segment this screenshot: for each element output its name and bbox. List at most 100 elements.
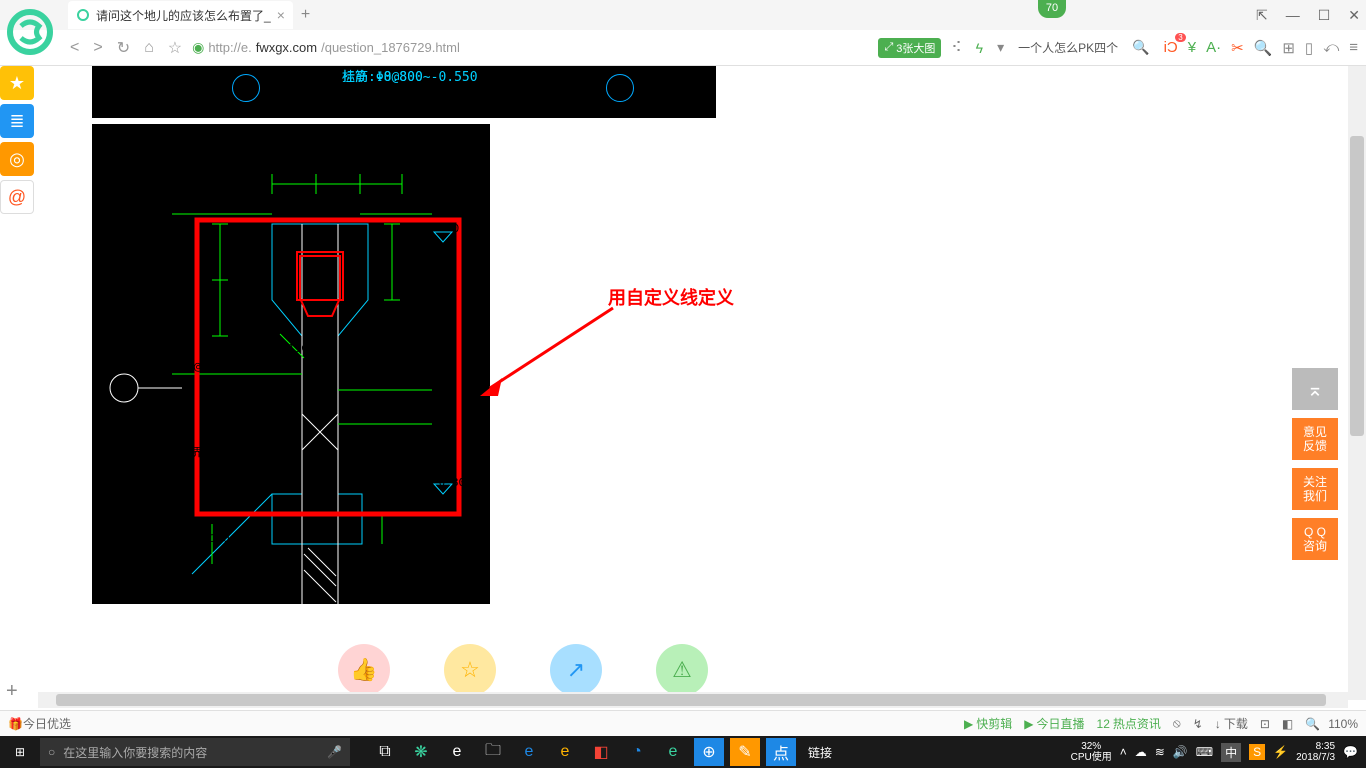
sidebar-favorites[interactable]: ★	[0, 66, 34, 100]
annotation-arrow	[468, 296, 638, 406]
menu-icon[interactable]: ≡	[1349, 39, 1358, 56]
report-button[interactable]: ⚠	[656, 644, 708, 696]
adblock-icon[interactable]: ⦸	[1173, 716, 1181, 731]
ext-wallet-icon[interactable]: ¥	[1188, 39, 1196, 56]
sidebar-docs[interactable]: ≣	[0, 104, 34, 138]
tb-edge2-icon[interactable]: e	[514, 738, 544, 766]
vscroll-thumb[interactable]	[1350, 136, 1364, 436]
ext-search-icon[interactable]: 🔍	[1254, 39, 1273, 57]
tb-link-label[interactable]: 链接	[808, 744, 832, 761]
news-button[interactable]: 12 热点资讯	[1097, 715, 1161, 732]
favorite-button[interactable]: ☆	[444, 644, 496, 696]
ime-indicator[interactable]: 中	[1221, 743, 1241, 762]
search-placeholder: 在这里输入你要搜索的内容	[63, 744, 207, 761]
window-maximize-icon[interactable]: ☐	[1318, 7, 1331, 24]
tray-vol-icon[interactable]: 🔊	[1173, 745, 1188, 759]
task-view-icon[interactable]: ⧉	[370, 738, 400, 766]
tb-360b-icon[interactable]: e	[658, 738, 688, 766]
taskbar: ⊞ ○ 在这里输入你要搜索的内容 🎤 ⧉ ❋ e 🗀 e e ◧ ◔ e ⊕ ✎…	[0, 736, 1366, 768]
sidebar-add[interactable]: +	[6, 680, 18, 703]
expand-icon: ⤢	[884, 41, 893, 54]
ext-apps-icon[interactable]: ⊞	[1282, 39, 1295, 57]
search-icon[interactable]: 🔍	[1132, 39, 1149, 56]
notifications-icon[interactable]: 💬	[1343, 745, 1358, 759]
sidebar-weibo[interactable]: ◎	[0, 142, 34, 176]
gift-icon[interactable]: 🎁	[8, 717, 23, 731]
tab-close-icon[interactable]: ×	[277, 7, 285, 23]
taskbar-clock[interactable]: 8:352018/7/3	[1296, 741, 1335, 763]
tb-360-icon[interactable]: ❋	[406, 738, 436, 766]
feedback-button[interactable]: 意见反馈	[1292, 418, 1338, 460]
tray-power-icon[interactable]: ⚡	[1273, 745, 1288, 759]
zoom-value[interactable]: 110%	[1328, 717, 1358, 731]
ext-a-icon[interactable]: A·	[1206, 39, 1221, 56]
clip-button[interactable]: ▶ 快剪辑	[964, 715, 1012, 732]
tb-app2-icon[interactable]: 点	[766, 738, 796, 766]
download-button[interactable]: ↓ 下载	[1215, 715, 1248, 732]
tb-ie-icon[interactable]: e	[550, 738, 580, 766]
qq-button[interactable]: Q Q咨询	[1292, 518, 1338, 560]
sidebar: ★ ≣ ◎ @	[0, 66, 38, 214]
reload-button[interactable]: ↻	[117, 38, 130, 58]
tb-office-icon[interactable]: ◧	[586, 738, 616, 766]
dropdown-icon[interactable]: ▾	[997, 39, 1004, 56]
pic-count-badge[interactable]: ⤢ 3张大图	[878, 38, 941, 58]
speed-badge[interactable]: 70	[1038, 0, 1066, 18]
address-bar[interactable]: ◉ http://e.fwxgx.com/question_1876729.ht…	[192, 39, 868, 56]
ext-scissors-icon[interactable]: ✂	[1231, 39, 1244, 57]
live-button[interactable]: ▶ 今日直播	[1024, 715, 1084, 732]
horizontal-scrollbar[interactable]	[38, 692, 1348, 708]
zoom-icon[interactable]: 🔍	[1305, 717, 1320, 731]
tb-qq-icon[interactable]: ◔	[622, 738, 652, 766]
window-pin-icon[interactable]: ⇱	[1256, 7, 1268, 24]
ext-reader-icon[interactable]: ▯	[1305, 39, 1313, 57]
tb-folder-icon[interactable]: 🗀	[478, 738, 508, 766]
forward-button[interactable]: >	[93, 39, 102, 57]
pip-icon[interactable]: ⊡	[1260, 717, 1270, 731]
right-float-panel: ⌅ 意见反馈 关注我们 Q Q咨询	[1292, 368, 1338, 560]
star-button[interactable]: ☆	[168, 38, 182, 58]
sidebar-at[interactable]: @	[0, 180, 34, 214]
cortana-icon: ○	[48, 745, 55, 759]
search-hint[interactable]: 一个人怎么PK四个	[1018, 39, 1118, 56]
cad-image-top: 挂筋 Φ8@800 标高:-0.800~-0.550	[92, 66, 716, 118]
sidebar-toggle-icon[interactable]: ◧	[1282, 717, 1293, 731]
mic-icon[interactable]: 🎤	[327, 745, 342, 759]
url-prefix: http://e.	[208, 40, 251, 55]
follow-button[interactable]: 关注我们	[1292, 468, 1338, 510]
toolbar: < > ↻ ⌂ ☆ ◉ http://e.fwxgx.com/question_…	[0, 30, 1366, 66]
tb-edge-icon[interactable]: e	[442, 738, 472, 766]
titlebar: 请问这个地儿的应该怎么布置了_ × + 70 ⇱ — ☐ ✕	[0, 0, 1366, 30]
browser-logo[interactable]	[2, 4, 58, 60]
cpu-meter[interactable]: 32%CPU使用	[1071, 741, 1112, 763]
scroll-top-button[interactable]: ⌅	[1292, 368, 1338, 410]
browser-tab[interactable]: 请问这个地儿的应该怎么布置了_ ×	[68, 1, 293, 29]
hscroll-thumb[interactable]	[56, 694, 1326, 706]
ext-iqiyi-icon[interactable]: iƆ3	[1164, 39, 1178, 56]
back-button[interactable]: <	[70, 39, 79, 57]
taskbar-search[interactable]: ○ 在这里输入你要搜索的内容 🎤	[40, 738, 350, 766]
site-icon: ◉	[192, 39, 204, 56]
cad-image-main: 150 200 200 Φ12@200 4 Φ20 Φ12@200 Φ12@20…	[92, 124, 490, 604]
today-select[interactable]: 今日优选	[23, 715, 71, 732]
vertical-scrollbar[interactable]	[1348, 66, 1366, 700]
home-button[interactable]: ⌂	[144, 39, 154, 57]
tab-title: 请问这个地儿的应该怎么布置了_	[96, 7, 271, 24]
tb-notes-icon[interactable]: ✎	[730, 738, 760, 766]
tray-up-icon[interactable]: ˄	[1120, 745, 1127, 759]
ext-undo-icon[interactable]: ⤺	[1323, 39, 1339, 56]
tray-kb-icon[interactable]: ⌨	[1196, 745, 1213, 759]
window-minimize-icon[interactable]: —	[1286, 7, 1300, 24]
like-button[interactable]: 👍	[338, 644, 390, 696]
share-icon[interactable]: ⠪	[951, 39, 961, 56]
new-tab-button[interactable]: +	[301, 6, 310, 24]
ime-sogou-icon[interactable]: S	[1249, 744, 1265, 760]
tray-sync-icon[interactable]: ☁	[1135, 745, 1147, 759]
window-close-icon[interactable]: ✕	[1348, 7, 1360, 24]
flash-icon[interactable]: ϟ	[976, 40, 983, 56]
tray-net-icon[interactable]: ≋	[1155, 745, 1165, 759]
net-icon[interactable]: ↯	[1193, 717, 1203, 731]
start-button[interactable]: ⊞	[0, 745, 40, 759]
share-button[interactable]: ↗	[550, 644, 602, 696]
tb-app1-icon[interactable]: ⊕	[694, 738, 724, 766]
